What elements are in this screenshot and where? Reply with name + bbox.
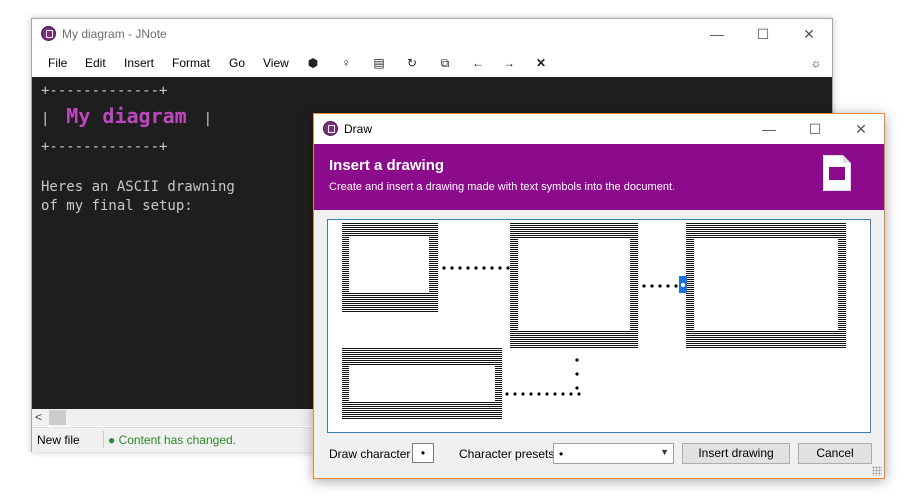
drawing-shape-inner xyxy=(349,237,429,292)
picture-document-icon xyxy=(823,155,851,191)
draw-dialog: Draw — ☐ ✕ Insert a drawing Create and i… xyxy=(313,113,885,479)
menu-insert[interactable]: Insert xyxy=(124,56,154,70)
dialog-subtitle: Create and insert a drawing made with te… xyxy=(329,181,676,193)
insert-drawing-button[interactable]: Insert drawing xyxy=(682,443,790,464)
status-file-name: New file xyxy=(37,433,80,447)
cancel-button[interactable]: Cancel xyxy=(798,443,872,464)
dialog-header: Insert a drawing Create and insert a dra… xyxy=(314,144,884,210)
editor-box-left: | xyxy=(41,111,67,127)
editor-text-line: Heres an ASCII drawning xyxy=(41,179,235,195)
character-presets-value: • xyxy=(559,447,564,461)
windows-icon[interactable]: ⧉ xyxy=(437,55,453,71)
dialog-minimize-button[interactable]: — xyxy=(746,114,792,144)
dialog-close-button[interactable]: ✕ xyxy=(838,114,884,144)
draw-character-field[interactable]: • xyxy=(412,443,434,463)
editor-diagram-title: My diagram xyxy=(66,104,187,128)
scroll-left-icon[interactable]: < xyxy=(35,410,42,424)
drawing-shape-inner xyxy=(518,238,630,330)
drawing-cursor[interactable] xyxy=(679,276,687,293)
draw-character-label: Draw character xyxy=(329,447,411,461)
editor-box-middle: | My diagram | xyxy=(41,104,213,128)
drawing-connector xyxy=(640,284,680,288)
dialog-title: Draw xyxy=(344,122,373,136)
drawing-connector xyxy=(503,392,583,396)
drawing-connector xyxy=(440,266,510,270)
close-button[interactable]: ✕ xyxy=(786,19,832,49)
status-divider xyxy=(103,431,104,448)
drawing-shape-inner xyxy=(349,365,495,401)
menu-file[interactable]: File xyxy=(48,56,67,70)
menu-format[interactable]: Format xyxy=(172,56,210,70)
window-title: My diagram - JNote xyxy=(62,27,167,41)
dialog-maximize-button[interactable]: ☐ xyxy=(792,114,838,144)
menu-bar: File Edit Insert Format Go View ⬢ ♀ ▤ ↻ … xyxy=(32,49,832,77)
character-presets-select[interactable]: • ▼ xyxy=(553,443,674,464)
menu-view[interactable]: View xyxy=(263,56,289,70)
close-icon[interactable]: ✕ xyxy=(533,55,549,71)
resize-grip[interactable] xyxy=(872,466,882,476)
app-icon xyxy=(41,26,56,41)
drawing-shape-inner xyxy=(694,238,838,330)
menu-edit[interactable]: Edit xyxy=(85,56,106,70)
settings-icon[interactable]: ☼ xyxy=(808,55,824,71)
menu-go[interactable]: Go xyxy=(229,56,245,70)
chevron-down-icon: ▼ xyxy=(660,447,669,457)
dialog-app-icon xyxy=(323,121,338,136)
dialog-title-bar: Draw — ☐ ✕ xyxy=(314,114,884,144)
maximize-button[interactable]: ☐ xyxy=(740,19,786,49)
editor-box-top: +-------------+ xyxy=(41,83,168,99)
document-icon[interactable]: ▤ xyxy=(371,55,387,71)
bucket-icon[interactable]: ↻ xyxy=(404,55,420,71)
editor-box-bottom: +-------------+ xyxy=(41,139,168,155)
editor-box-right: | xyxy=(186,111,213,127)
character-presets-label: Character presets xyxy=(459,447,555,461)
status-message: ● Content has changed. xyxy=(108,433,237,447)
arrow-left-icon[interactable]: ← xyxy=(470,55,486,71)
title-bar: My diagram - JNote — ☐ ✕ xyxy=(32,19,832,49)
drawing-connector xyxy=(575,353,579,395)
minimize-button[interactable]: — xyxy=(694,19,740,49)
dialog-heading: Insert a drawing xyxy=(329,157,445,174)
arrow-right-icon[interactable]: → xyxy=(501,55,517,71)
palette-icon[interactable]: ⬢ xyxy=(305,55,321,71)
scrollbar-thumb[interactable] xyxy=(49,410,66,425)
drawing-canvas[interactable] xyxy=(327,219,871,433)
pin-icon[interactable]: ♀ xyxy=(338,55,354,71)
editor-text-line: of my final setup: xyxy=(41,198,193,214)
